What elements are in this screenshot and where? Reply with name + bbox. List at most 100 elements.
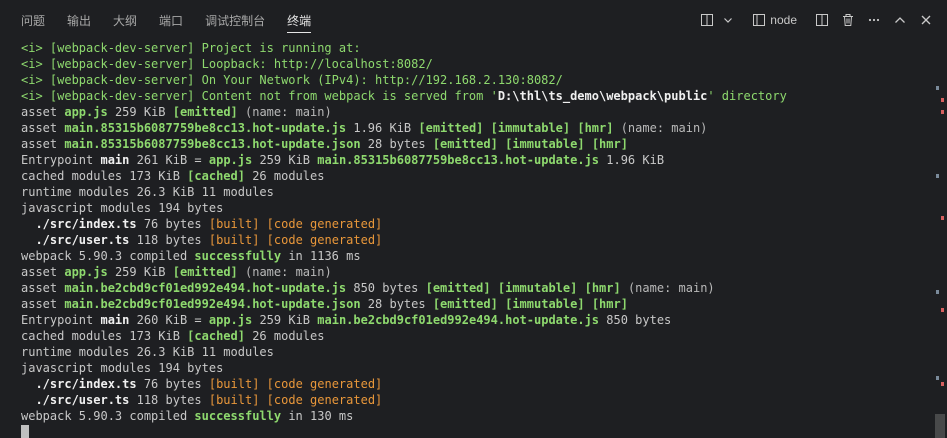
terminal-text: [emitted] <box>425 281 491 295</box>
terminal-line: <i> [webpack-dev-server] Content not fro… <box>21 88 927 104</box>
scrollbar-marker <box>936 86 939 90</box>
tab-terminal[interactable]: 终端 <box>276 0 322 40</box>
terminal-text: successfully <box>194 409 282 423</box>
scrollbar-marker <box>941 308 944 312</box>
terminal-text: [built] <box>208 377 260 391</box>
terminal-text: [emitted] <box>172 265 238 279</box>
terminal-text: <i> [webpack-dev-server] Loopback: http:… <box>21 57 433 71</box>
terminal-line: javascript modules 194 bytes <box>21 360 927 376</box>
trash-icon <box>843 14 853 26</box>
terminal-text: [immutable] <box>505 137 585 151</box>
terminal-text: [hmr] <box>577 121 614 135</box>
terminal-text: main.85315b6087759be8cc13.hot-update.jso… <box>64 137 361 151</box>
scrollbar-marker <box>941 382 944 386</box>
terminal-text: (name: main) <box>613 121 708 135</box>
panel-actions: node <box>696 0 937 40</box>
terminal-text: successfully <box>194 249 282 263</box>
chevron-down-icon <box>724 18 733 23</box>
terminal-text: [code generated] <box>266 393 383 407</box>
terminal-text: [emitted] <box>418 121 484 135</box>
terminal-line: <i> [webpack-dev-server] Loopback: http:… <box>21 56 927 72</box>
terminal-text: [hmr] <box>584 281 621 295</box>
terminal-text: 28 bytes <box>360 297 433 311</box>
terminal-text: [emitted] <box>432 297 498 311</box>
terminal-text: 118 bytes <box>129 233 209 247</box>
terminal-text: [code generated] <box>266 233 383 247</box>
terminal-text: asset <box>21 281 65 295</box>
terminal-text: main.be2cbd9cf01ed992e494.hot-update.jso… <box>64 297 361 311</box>
terminal-text: app.js <box>208 153 253 167</box>
terminal-text: (name: main) <box>237 265 332 279</box>
more-actions-button[interactable] <box>863 8 885 32</box>
terminal-text: Entrypoint <box>21 313 101 327</box>
tab-output[interactable]: 输出 <box>56 0 102 40</box>
terminal-text: 76 bytes <box>136 377 209 391</box>
terminal-text: in 130 ms <box>281 409 354 423</box>
terminal-text: 259 KiB <box>252 153 318 167</box>
terminal-layout-icon <box>701 14 714 26</box>
terminal-text: asset <box>21 297 65 311</box>
terminal-scrollbar[interactable] <box>933 40 947 438</box>
terminal-text: main.85315b6087759be8cc13.hot-update.js <box>317 153 600 167</box>
terminal-text: cached modules 173 KiB <box>21 169 188 183</box>
scrollbar-thumb[interactable] <box>935 414 945 438</box>
terminal-text: D:\thl\ts_demo\webpack\public <box>497 89 708 103</box>
terminal-line: webpack 5.90.3 compiled successfully in … <box>21 248 927 264</box>
tab-problems[interactable]: 问题 <box>0 0 56 40</box>
terminal-text: [code generated] <box>266 377 383 391</box>
terminal-text: [hmr] <box>591 137 628 151</box>
terminal-prompt-line[interactable] <box>21 424 927 438</box>
terminal-text: [built] <box>208 217 260 231</box>
terminal-layout-dropdown[interactable] <box>722 8 734 32</box>
kill-terminal-button[interactable] <box>837 8 859 32</box>
terminal-text: 259 KiB <box>252 313 318 327</box>
terminal-text: main <box>100 313 130 327</box>
terminal-text: 850 bytes <box>599 313 672 327</box>
terminal-line: asset app.js 259 KiB [emitted] (name: ma… <box>21 104 927 120</box>
terminal-layout-button[interactable] <box>696 8 718 32</box>
terminal-line: <i> [webpack-dev-server] Project is runn… <box>21 40 927 56</box>
tab-ports[interactable]: 端口 <box>148 0 194 40</box>
close-panel-button[interactable] <box>915 8 937 32</box>
scrollbar-marker <box>941 110 944 114</box>
terminal-text: 1.96 KiB <box>346 121 419 135</box>
tab-outline[interactable]: 大纲 <box>102 0 148 40</box>
terminal-line: Entrypoint main 260 KiB = app.js 259 KiB… <box>21 312 927 328</box>
terminal-text: asset <box>21 105 65 119</box>
terminal-text: 259 KiB <box>107 265 173 279</box>
terminal-text: asset <box>21 121 65 135</box>
terminal-line: ./src/index.ts 76 bytes [built] [code ge… <box>21 216 927 232</box>
terminal-text: [built] <box>208 233 260 247</box>
maximize-panel-button[interactable] <box>889 8 911 32</box>
chevron-up-icon <box>895 17 905 23</box>
more-icon <box>868 18 880 22</box>
tab-debug-console[interactable]: 调试控制台 <box>194 0 276 40</box>
terminal-text: [immutable] <box>490 121 571 135</box>
terminal-text: 260 KiB = <box>129 313 209 327</box>
terminal-text: [cached] <box>187 169 245 183</box>
terminal-line: ./src/index.ts 76 bytes [built] [code ge… <box>21 376 927 392</box>
terminal-text: [built] <box>208 393 260 407</box>
terminal-text: [code generated] <box>266 217 383 231</box>
terminal-line: cached modules 173 KiB [cached] 26 modul… <box>21 168 927 184</box>
terminal-text: 259 KiB <box>107 105 173 119</box>
split-icon <box>816 14 828 26</box>
terminal-text: 26 modules <box>244 329 325 343</box>
scrollbar-marker <box>941 98 944 102</box>
close-icon <box>921 15 931 25</box>
terminal-text: [emitted] <box>432 137 498 151</box>
terminal-line: Entrypoint main 261 KiB = app.js 259 KiB… <box>21 152 927 168</box>
split-terminal-button[interactable] <box>811 8 833 32</box>
terminal-output[interactable]: <i> [webpack-dev-server] Project is runn… <box>21 40 927 438</box>
terminal-profile-node[interactable]: node <box>748 8 801 32</box>
terminal-text: webpack 5.90.3 compiled <box>21 409 195 423</box>
terminal-text: [hmr] <box>591 297 628 311</box>
